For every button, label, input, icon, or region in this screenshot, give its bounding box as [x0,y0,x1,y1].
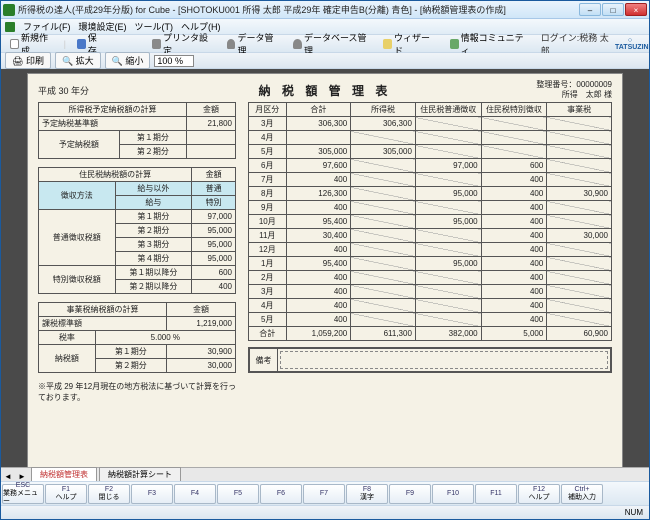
fkey-F4[interactable]: F4 [174,484,216,504]
fkey-ESC[interactable]: ESC業務メニュー [2,484,44,504]
fkey-F3[interactable]: F3 [131,484,173,504]
close-button[interactable]: × [625,3,647,16]
fkey-F10[interactable]: F10 [432,484,474,504]
page-title: 納 税 額 管 理 表 [259,82,392,99]
table-row: 12月400400 [249,243,612,257]
table-row: 1月95,40095,000400 [249,257,612,271]
maximize-button[interactable]: □ [602,3,624,16]
income-tax-table: 所得税予定納税額の計算金額 予定納税基準額21,800 予定納税額第１期分 第２… [38,102,236,159]
zoom-in-button[interactable]: 🔍 拡大 [55,52,101,69]
main-table: 月区分 合計 所得税 住民税普通徴収 住民税特別徴収 事業税 3月306,300… [248,102,612,341]
logo: ○TATSUZIN [615,37,645,51]
fkey-F8[interactable]: F8漢字 [346,484,388,504]
printer-icon [152,39,161,49]
remark-box: 備考 [248,347,612,373]
tab-calc-sheet[interactable]: 納税額計算シート [99,467,181,481]
fkey-F12[interactable]: F12ヘルプ [518,484,560,504]
footnote: ※平成 29 年12月現在の地方税法に基づいて計算を行っております。 [38,381,236,403]
table-row: 4月400400 [249,299,612,313]
table-row: 7月400400 [249,173,612,187]
fkey-F7[interactable]: F7 [303,484,345,504]
community-icon [450,39,459,49]
fkey-F5[interactable]: F5 [217,484,259,504]
table-row: 6月97,60097,000600 [249,159,612,173]
fkey-F2[interactable]: F2閉じる [88,484,130,504]
function-keys: ESC業務メニューF1ヘルプF2閉じるF3F4F5F6F7F8漢字F9F10F1… [1,481,649,505]
wizard-icon [383,39,392,49]
table-row: 4月 [249,131,612,145]
document: 平成 30 年分 納 税 額 管 理 表 整理番号：00000009 所得 太郎… [27,73,623,467]
table-row: 11月30,40040030,000 [249,229,612,243]
remark-field[interactable] [280,351,608,369]
minimize-button[interactable]: – [579,3,601,16]
titlebar: 所得税の達人(平成29年分版) for Cube - [SHOTOKU001 所… [1,1,649,19]
business-tax-table: 事業税納税額の計算金額 課税標準額1,219,000 税率5.000 % 納税額… [38,302,236,373]
fkey-F6[interactable]: F6 [260,484,302,504]
remark-label: 備考 [250,349,278,371]
table-row: 9月400400 [249,201,612,215]
fkey-F9[interactable]: F9 [389,484,431,504]
subtoolbar: 🖨 印刷 🔍 拡大 🔍 縮小 [1,53,649,69]
fkey-F1[interactable]: F1ヘルプ [45,484,87,504]
save-icon [77,39,86,49]
resident-tax-table: 住民税納税額の計算金額 徴収方法給与以外普通 給与特別 普通徴収税額第１期分97… [38,167,236,294]
database-icon [293,39,302,49]
id-block: 整理番号：00000009 所得 太郎 様 [536,80,612,100]
app-icon [3,4,15,16]
table-sum-row: 合計1,059,200611,300382,0005,00060,900 [249,327,612,341]
print-button[interactable]: 🖨 印刷 [5,52,51,69]
table-row: 10月95,40095,000400 [249,215,612,229]
fiscal-year: 平成 30 年分 [38,84,89,97]
fkey-Ctrl+[interactable]: Ctrl+補助入力 [561,484,603,504]
table-row: 3月306,300306,300 [249,117,612,131]
tabbar: ◄ ► 納税額管理表 納税額計算シート [1,467,649,481]
table-row: 2月400400 [249,271,612,285]
tab-next[interactable]: ► [15,472,29,481]
table-row: 5月305,000305,000 [249,145,612,159]
tab-prev[interactable]: ◄ [1,472,15,481]
table-row: 8月126,30095,00040030,900 [249,187,612,201]
workarea: 平成 30 年分 納 税 額 管 理 表 整理番号：00000009 所得 太郎… [1,69,649,467]
status-num: NUM [625,508,643,517]
zoom-input[interactable] [154,55,194,67]
fkey-F11[interactable]: F11 [475,484,517,504]
statusbar: NUM [1,505,649,519]
table-row: 5月400400 [249,313,612,327]
new-icon [10,39,19,49]
data-icon [227,39,236,49]
toolbar: 新規作成 | 保存 プリンタ設定 データ管理 データベース管理 ウィザード 情報… [1,35,649,53]
zoom-out-button[interactable]: 🔍 縮小 [105,52,151,69]
window-title: 所得税の達人(平成29年分版) for Cube - [SHOTOKU001 所… [18,3,579,16]
tab-management[interactable]: 納税額管理表 [31,467,97,481]
table-row: 3月400400 [249,285,612,299]
